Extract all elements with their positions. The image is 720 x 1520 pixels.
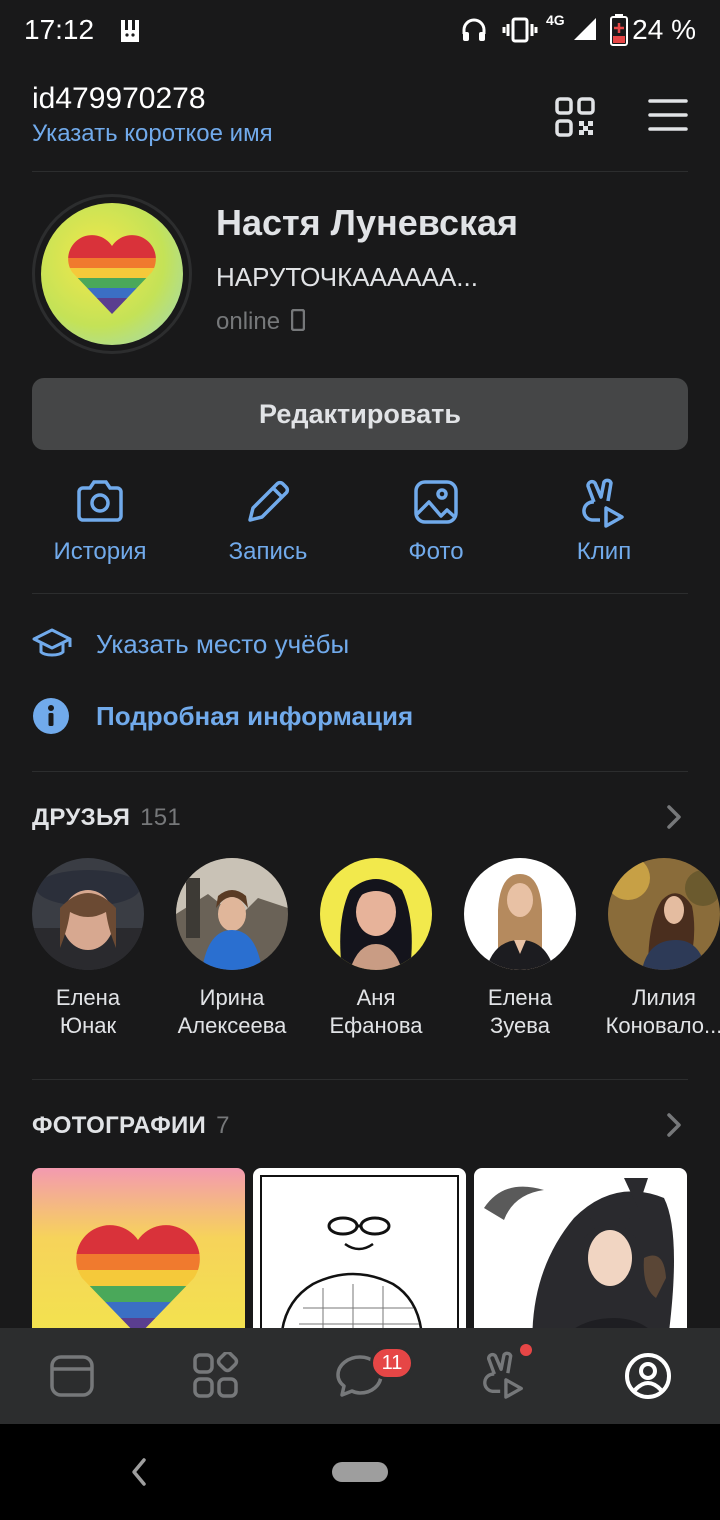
divider — [32, 1079, 688, 1080]
photos-grid — [32, 1168, 688, 1330]
profile-header: id479970278 Указать короткое имя — [32, 64, 688, 172]
short-name-link[interactable]: Указать короткое имя — [32, 120, 273, 148]
action-photo[interactable]: Фото — [352, 466, 520, 593]
action-label: Фото — [408, 538, 464, 565]
back-icon[interactable] — [128, 1456, 148, 1493]
bottom-tab-bar: 11 — [0, 1328, 720, 1424]
qr-code-icon[interactable] — [554, 96, 596, 143]
friend-name: Лилия Коновало... — [594, 984, 720, 1040]
divider — [32, 771, 688, 772]
avatar — [464, 858, 576, 970]
graduation-cap-icon — [32, 628, 72, 657]
battery-percent: 24 % — [632, 14, 696, 45]
online-label: online — [216, 308, 281, 335]
online-status: online — [216, 308, 305, 336]
rainbow-heart-icon — [68, 235, 156, 314]
friend-name: Ирина Алексеева — [162, 984, 302, 1040]
action-clip[interactable]: Клип — [520, 466, 688, 593]
avatar — [320, 858, 432, 970]
system-navigation-bar — [0, 1424, 720, 1520]
details-label: Подробная информация — [96, 700, 414, 731]
quick-actions: История Запись Фото Клип — [32, 466, 688, 594]
friend-first-name: Аня — [356, 985, 396, 1010]
profile-icon — [625, 1353, 671, 1399]
clip-icon — [580, 466, 628, 538]
clips-icon — [483, 1351, 523, 1399]
status-bar: 17:12 4G 24 % — [0, 0, 720, 64]
avatar — [32, 858, 144, 970]
avatar — [176, 858, 288, 970]
camera-icon — [75, 466, 125, 538]
user-id: id479970278 — [32, 82, 206, 115]
photo-thumbnail[interactable] — [253, 1168, 466, 1330]
notification-icon — [118, 16, 142, 51]
friend-last-name: Ефанова — [329, 1013, 423, 1038]
photo-thumbnail[interactable] — [474, 1168, 687, 1330]
friend-item[interactable]: Лилия Коновало... — [606, 858, 720, 1040]
friend-first-name: Ирина — [199, 985, 265, 1010]
friend-name: Аня Ефанова — [306, 984, 446, 1040]
friend-first-name: Елена — [487, 985, 553, 1010]
avatar — [608, 858, 720, 970]
pencil-icon — [244, 466, 292, 538]
profile-card: Настя Луневская НАРУТОЧКАААААА... online — [32, 172, 688, 372]
tab-clips[interactable] — [432, 1328, 576, 1424]
mobile-icon — [290, 308, 305, 332]
friend-last-name: Коновало... — [605, 1013, 720, 1038]
chevron-right-icon[interactable] — [666, 1112, 682, 1143]
photos-count: 7 — [216, 1112, 230, 1139]
details-row[interactable]: Подробная информация — [32, 686, 413, 746]
action-story[interactable]: История — [16, 466, 184, 593]
status-time: 17:12 — [24, 14, 95, 45]
menu-icon[interactable] — [648, 98, 688, 137]
network-type: 4G — [546, 12, 565, 28]
friends-list: Елена Юнак Ирина Алексеева Аня Ефанова Елен… — [32, 858, 720, 1048]
home-pill[interactable] — [332, 1462, 388, 1482]
friend-name: Елена Зуева — [450, 984, 590, 1040]
action-label: История — [53, 538, 147, 565]
avatar[interactable] — [32, 194, 192, 354]
add-education-row[interactable]: Указать место учёбы — [32, 614, 349, 674]
photos-header[interactable]: ФОТОГРАФИИ 7 — [32, 1112, 230, 1140]
friends-title: ДРУЗЬЯ — [32, 804, 131, 831]
friend-first-name: Лилия — [632, 985, 696, 1010]
action-post[interactable]: Запись — [184, 466, 352, 593]
news-icon — [50, 1355, 94, 1397]
image-icon — [412, 466, 460, 538]
education-label: Указать место учёбы — [96, 628, 350, 659]
friend-item[interactable]: Ирина Алексеева — [176, 858, 288, 1040]
tab-services[interactable] — [144, 1328, 288, 1424]
action-label: Запись — [228, 538, 308, 565]
vibrate-icon — [502, 16, 538, 49]
friends-header[interactable]: ДРУЗЬЯ 151 — [32, 804, 181, 832]
signal-icon — [572, 16, 598, 47]
messages-badge: 11 — [370, 1346, 414, 1380]
clips-notification-dot — [520, 1344, 532, 1356]
friend-last-name: Алексеева — [177, 1013, 287, 1038]
tab-messages[interactable]: 11 — [288, 1328, 432, 1424]
battery-icon — [610, 14, 628, 51]
friends-count: 151 — [140, 804, 182, 831]
profile-name: Настя Луневская — [216, 202, 519, 243]
tab-profile[interactable] — [576, 1328, 720, 1424]
services-icon — [193, 1352, 239, 1398]
friend-first-name: Елена — [55, 985, 121, 1010]
friend-last-name: Юнак — [59, 1013, 117, 1038]
friend-item[interactable]: Елена Зуева — [464, 858, 576, 1040]
friend-name: Елена Юнак — [18, 984, 158, 1040]
profile-status[interactable]: НАРУТОЧКАААААА... — [216, 262, 478, 293]
tab-news[interactable] — [0, 1328, 144, 1424]
photos-title: ФОТОГРАФИИ — [32, 1112, 207, 1139]
action-label: Клип — [576, 538, 632, 565]
friend-last-name: Зуева — [490, 1013, 550, 1038]
friend-item[interactable]: Аня Ефанова — [320, 858, 432, 1040]
headphones-icon — [460, 16, 488, 49]
friend-item[interactable]: Елена Юнак — [32, 858, 144, 1040]
info-icon — [33, 698, 69, 734]
chevron-right-icon[interactable] — [666, 804, 682, 835]
photo-thumbnail[interactable] — [32, 1168, 245, 1330]
edit-profile-button[interactable]: Редактировать — [32, 378, 688, 450]
